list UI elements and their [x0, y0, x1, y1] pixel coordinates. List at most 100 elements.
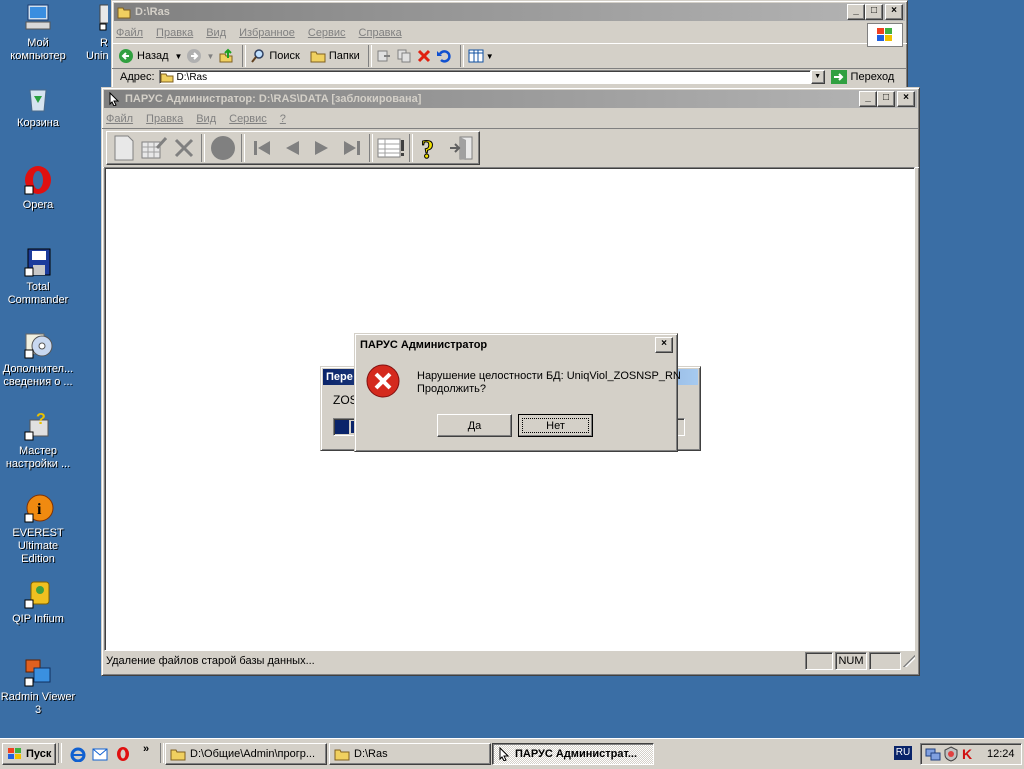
up-folder-button[interactable]	[218, 45, 234, 67]
menu-view[interactable]: Вид	[206, 27, 226, 39]
parus-toolbar: ?	[102, 128, 919, 168]
views-button[interactable]: ▼	[468, 45, 494, 67]
address-input[interactable]: D:\Ras	[158, 70, 811, 84]
help-question-icon: ?	[421, 135, 435, 163]
forward-arrow-icon	[187, 49, 202, 63]
menu-file[interactable]: Файл	[116, 27, 143, 39]
toolbar-separator	[201, 134, 205, 162]
menu-file[interactable]: Файл	[106, 113, 133, 125]
desktop-icon-total-commander[interactable]: Total Commander	[0, 246, 76, 307]
desktop-icon-partial[interactable]: R Unin	[86, 2, 108, 63]
exit-button[interactable]	[445, 133, 477, 163]
folder-icon	[160, 73, 174, 83]
exit-door-icon	[450, 136, 473, 160]
desktop-icon-radmin[interactable]: Radmin Viewer 3	[0, 656, 76, 717]
explorer-window: D:\Ras _ □ × Файл Правка Вид Избранное С…	[111, 0, 908, 90]
error-dialog-titlebar[interactable]: ПАРУС Администратор ×	[357, 336, 675, 354]
clock[interactable]: 12:24	[987, 748, 1015, 760]
desktop-icon-recycle-bin[interactable]: Корзина	[0, 82, 76, 130]
close-button[interactable]: ×	[897, 91, 915, 107]
explorer-menubar: Файл Правка Вид Избранное Сервис Справка	[112, 23, 907, 47]
menu-view[interactable]: Вид	[196, 113, 216, 125]
desktop-icon-qip[interactable]: QIP Infium	[0, 578, 76, 626]
move-to-button[interactable]	[376, 45, 392, 67]
start-button[interactable]: Пуск	[2, 743, 56, 765]
minimize-button[interactable]: _	[847, 4, 865, 20]
forward-button[interactable]: ▼	[186, 45, 214, 67]
views-grid-icon	[468, 49, 484, 63]
security-shield-icon[interactable]	[943, 746, 959, 762]
menu-help[interactable]: Справка	[359, 27, 402, 39]
yes-button[interactable]: Да	[437, 414, 512, 437]
status-text: Удаление файлов старой базы данных...	[106, 655, 315, 667]
copy-to-icon	[397, 49, 411, 63]
toolbar-separator	[409, 134, 413, 162]
menu-tools[interactable]: Сервис	[308, 27, 346, 39]
task-button-explorer-admin[interactable]: D:\Общие\Admin\прогр...	[165, 743, 327, 765]
desktop-icon-setup-wizard[interactable]: ? Мастер настройки ...	[0, 410, 76, 471]
start-label: Пуск	[26, 748, 52, 760]
new-document-button[interactable]	[109, 133, 139, 163]
quick-launch-ie[interactable]	[70, 746, 86, 765]
menu-edit[interactable]: Правка	[146, 113, 183, 125]
menu-tools[interactable]: Сервис	[229, 113, 267, 125]
copy-to-button[interactable]	[396, 45, 412, 67]
floppy-icon	[22, 246, 54, 278]
delete-button[interactable]	[416, 45, 432, 67]
desktop-icon-additional-info[interactable]: Дополнител... сведения о ...	[0, 328, 76, 389]
go-button[interactable]: Переход	[830, 70, 894, 84]
stop-button[interactable]	[207, 133, 239, 163]
quick-launch-more-chevron[interactable]: »	[143, 743, 149, 755]
minimize-button[interactable]: _	[859, 91, 877, 107]
kaspersky-k-icon[interactable]: K	[961, 746, 975, 762]
list-report-button[interactable]	[375, 133, 407, 163]
next-record-button[interactable]	[307, 133, 337, 163]
desktop-icon-opera[interactable]: Opera	[0, 164, 76, 212]
system-tray: K 12:24	[920, 743, 1022, 765]
new-document-icon	[114, 135, 134, 161]
search-button[interactable]: Поиск	[250, 45, 300, 67]
my-computer-icon	[22, 2, 54, 34]
delete-tool-button[interactable]	[169, 133, 199, 163]
opera-icon	[22, 164, 54, 196]
back-label: Назад	[137, 50, 169, 62]
windows-logo-icon	[867, 23, 903, 47]
taskbar-separator	[58, 743, 62, 763]
quick-launch-outlook[interactable]	[92, 746, 108, 765]
network-icon[interactable]	[925, 746, 941, 762]
back-button[interactable]: Назад ▼	[118, 45, 182, 67]
close-button[interactable]: ×	[885, 4, 903, 20]
parus-title: ПАРУС Администратор: D:\RAS\DATA [заблок…	[125, 93, 422, 105]
language-indicator[interactable]: RU	[894, 746, 912, 760]
app-icon	[86, 2, 108, 34]
explorer-titlebar[interactable]: D:\Ras _ □ ×	[114, 3, 905, 21]
folders-button[interactable]: Папки	[310, 45, 360, 67]
task-button-explorer-ras[interactable]: D:\Ras	[329, 743, 491, 765]
svg-text:i: i	[37, 501, 42, 518]
address-dropdown-button[interactable]: ▼	[810, 70, 825, 84]
undo-button[interactable]	[436, 45, 452, 67]
maximize-button[interactable]: □	[877, 91, 895, 107]
parus-titlebar[interactable]: ПАРУС Администратор: D:\RAS\DATA [заблок…	[104, 90, 917, 108]
close-button[interactable]: ×	[655, 337, 673, 353]
maximize-button[interactable]: □	[865, 4, 883, 20]
desktop-icon-everest[interactable]: i EVEREST Ultimate Edition	[0, 492, 76, 566]
menu-favorites[interactable]: Избранное	[239, 27, 295, 39]
help-button[interactable]: ?	[415, 133, 445, 163]
last-record-button[interactable]	[337, 133, 367, 163]
toolbar-separator	[459, 45, 464, 67]
first-record-button[interactable]	[247, 133, 277, 163]
edit-table-button[interactable]	[139, 133, 169, 163]
prev-record-button[interactable]	[277, 133, 307, 163]
quick-launch-opera[interactable]	[115, 746, 131, 765]
cd-info-icon	[22, 328, 54, 360]
task-button-parus[interactable]: ПАРУС Администрат...	[492, 743, 654, 765]
desktop-icon-my-computer[interactable]: Мой компьютер	[0, 2, 76, 63]
toolbar-group: ?	[106, 131, 480, 165]
menu-help[interactable]: ?	[280, 113, 286, 125]
task-label: ПАРУС Администрат...	[515, 748, 638, 760]
outlook-express-icon	[92, 748, 108, 761]
resize-grip-icon[interactable]	[903, 655, 915, 667]
menu-edit[interactable]: Правка	[156, 27, 193, 39]
no-button[interactable]: Нет	[518, 414, 593, 437]
